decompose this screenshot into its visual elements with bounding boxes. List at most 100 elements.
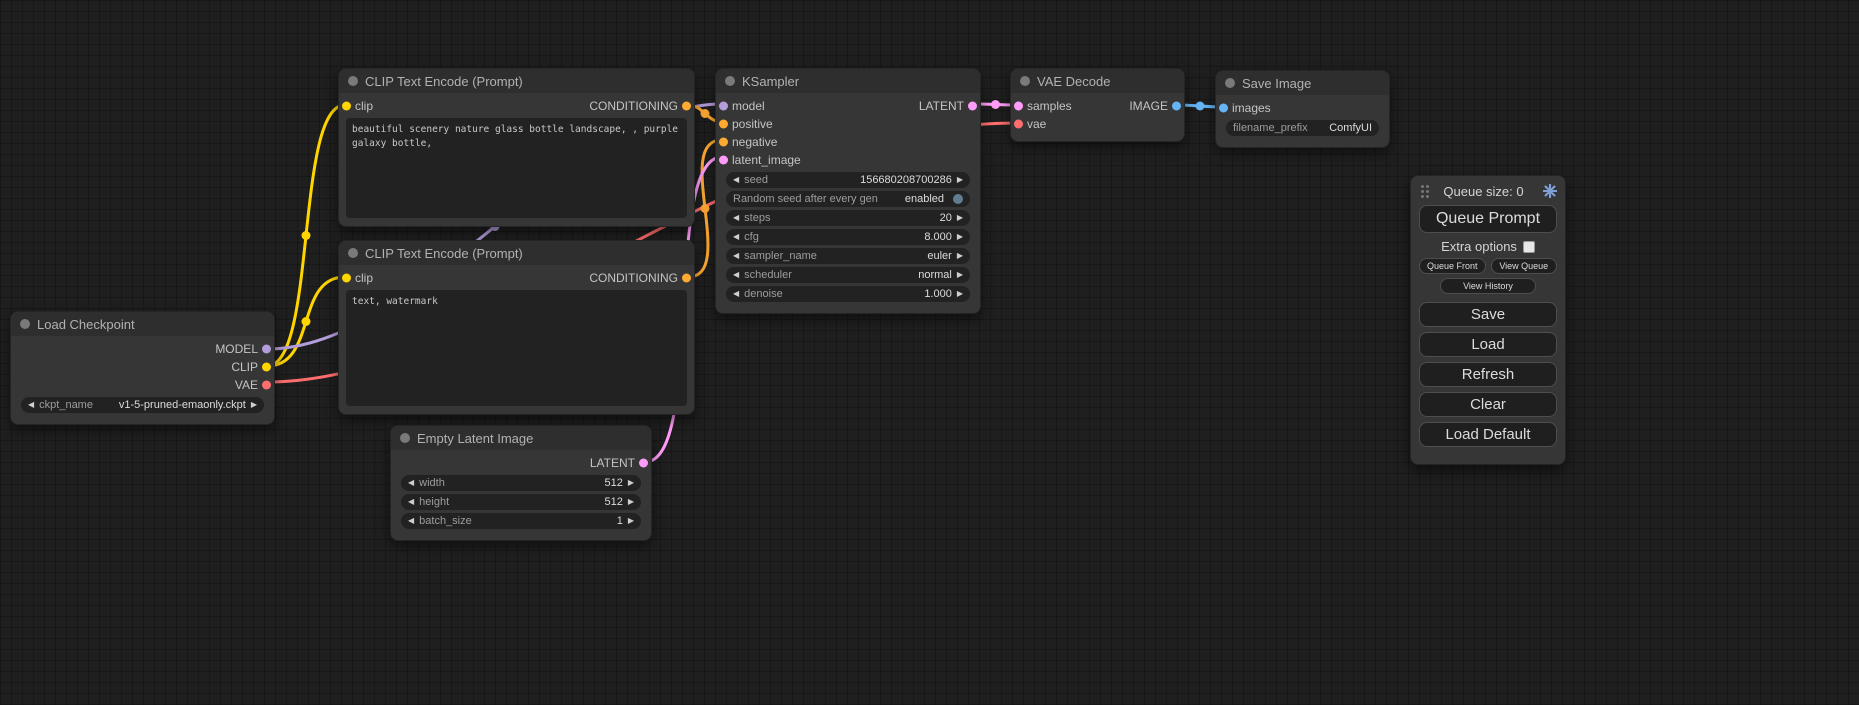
left-arrow-icon[interactable]: ◀ <box>733 286 739 302</box>
input-label-clip: clip <box>355 271 373 285</box>
right-arrow-icon[interactable]: ▶ <box>251 397 257 413</box>
node-titlebar[interactable]: Load Checkpoint <box>11 312 274 336</box>
load-default-button[interactable]: Load Default <box>1419 422 1557 447</box>
input-label-negative: negative <box>732 135 777 149</box>
output-dot-latent[interactable] <box>639 459 648 468</box>
right-arrow-icon[interactable]: ▶ <box>628 494 634 510</box>
collapse-dot-icon[interactable] <box>1225 78 1235 88</box>
input-dot-vae[interactable] <box>1014 120 1023 129</box>
node-titlebar[interactable]: CLIP Text Encode (Prompt) <box>339 241 694 265</box>
widget-ckpt-name[interactable]: ◀ ckpt_name v1-5-pruned-emaonly.ckpt ▶ <box>21 397 264 413</box>
view-queue-button[interactable]: View Queue <box>1491 258 1558 274</box>
output-dot-latent[interactable] <box>968 102 977 111</box>
clear-button[interactable]: Clear <box>1419 392 1557 417</box>
node-titlebar[interactable]: Save Image <box>1216 71 1389 95</box>
output-dot-clip[interactable] <box>262 363 271 372</box>
widget-height[interactable]: ◀ height 512 ▶ <box>401 494 641 510</box>
input-label-latent-image: latent_image <box>732 153 801 167</box>
graph-canvas[interactable]: { "nodes": { "load_checkpoint": { "title… <box>0 0 1859 705</box>
node-save-image[interactable]: Save Image images filename_prefix ComfyU… <box>1215 70 1390 148</box>
widget-value: 156680208700286 <box>860 174 952 186</box>
left-arrow-icon[interactable]: ◀ <box>733 172 739 188</box>
toggle-dot-icon[interactable] <box>953 194 963 204</box>
output-label-model: MODEL <box>215 342 258 356</box>
collapse-dot-icon[interactable] <box>348 248 358 258</box>
widget-label: seed <box>744 174 768 186</box>
widget-width[interactable]: ◀ width 512 ▶ <box>401 475 641 491</box>
node-titlebar[interactable]: Empty Latent Image <box>391 426 651 450</box>
widget-scheduler[interactable]: ◀ scheduler normal ▶ <box>726 267 970 283</box>
widget-value: 20 <box>940 212 952 224</box>
left-arrow-icon[interactable]: ◀ <box>733 267 739 283</box>
collapse-dot-icon[interactable] <box>725 76 735 86</box>
right-arrow-icon[interactable]: ▶ <box>957 210 963 226</box>
input-dot-clip[interactable] <box>342 102 351 111</box>
widget-random-seed-toggle[interactable]: Random seed after every gen enabled <box>726 191 970 207</box>
negative-prompt-textarea[interactable]: text, watermark <box>346 290 687 406</box>
node-load-checkpoint[interactable]: Load Checkpoint MODEL CLIP VAE ◀ ckpt_na… <box>10 311 275 425</box>
input-dot-clip[interactable] <box>342 274 351 283</box>
node-title: CLIP Text Encode (Prompt) <box>365 246 523 261</box>
input-label-vae: vae <box>1027 117 1046 131</box>
left-arrow-icon[interactable]: ◀ <box>28 397 34 413</box>
node-empty-latent-image[interactable]: Empty Latent Image LATENT ◀ width 512 ▶ … <box>390 425 652 541</box>
widget-filename-prefix[interactable]: filename_prefix ComfyUI <box>1226 120 1379 136</box>
left-arrow-icon[interactable]: ◀ <box>408 475 414 491</box>
right-arrow-icon[interactable]: ▶ <box>957 229 963 245</box>
node-clip-text-encode-positive[interactable]: CLIP Text Encode (Prompt) clip CONDITION… <box>338 68 695 227</box>
node-titlebar[interactable]: CLIP Text Encode (Prompt) <box>339 69 694 93</box>
input-dot-negative[interactable] <box>719 138 728 147</box>
left-arrow-icon[interactable]: ◀ <box>733 229 739 245</box>
collapse-dot-icon[interactable] <box>1020 76 1030 86</box>
widget-steps[interactable]: ◀ steps 20 ▶ <box>726 210 970 226</box>
input-dot-positive[interactable] <box>719 120 728 129</box>
widget-batch-size[interactable]: ◀ batch_size 1 ▶ <box>401 513 641 529</box>
left-arrow-icon[interactable]: ◀ <box>733 248 739 264</box>
view-history-button[interactable]: View History <box>1440 278 1537 294</box>
right-arrow-icon[interactable]: ▶ <box>957 267 963 283</box>
widget-denoise[interactable]: ◀ denoise 1.000 ▶ <box>726 286 970 302</box>
output-dot-conditioning[interactable] <box>682 274 691 283</box>
right-arrow-icon[interactable]: ▶ <box>628 475 634 491</box>
right-arrow-icon[interactable]: ▶ <box>957 248 963 264</box>
queue-prompt-button[interactable]: Queue Prompt <box>1419 205 1557 233</box>
link-midpoint-dot <box>302 231 311 240</box>
right-arrow-icon[interactable]: ▶ <box>628 513 634 529</box>
widget-label: cfg <box>744 231 759 243</box>
positive-prompt-textarea[interactable]: beautiful scenery nature glass bottle la… <box>346 118 687 218</box>
output-dot-image[interactable] <box>1172 102 1181 111</box>
widget-cfg[interactable]: ◀ cfg 8.000 ▶ <box>726 229 970 245</box>
output-label-conditioning: CONDITIONING <box>589 271 678 285</box>
left-arrow-icon[interactable]: ◀ <box>408 494 414 510</box>
left-arrow-icon[interactable]: ◀ <box>733 210 739 226</box>
load-button[interactable]: Load <box>1419 332 1557 357</box>
collapse-dot-icon[interactable] <box>348 76 358 86</box>
collapse-dot-icon[interactable] <box>400 433 410 443</box>
output-dot-model[interactable] <box>262 345 271 354</box>
settings-gear-icon[interactable] <box>1543 184 1557 198</box>
save-button[interactable]: Save <box>1419 302 1557 327</box>
slot-row: negative <box>716 133 980 151</box>
input-dot-samples[interactable] <box>1014 102 1023 111</box>
right-arrow-icon[interactable]: ▶ <box>957 286 963 302</box>
output-dot-vae[interactable] <box>262 381 271 390</box>
queue-panel: Queue size: 0 Queue Prompt Extra options <box>1410 175 1566 465</box>
queue-front-button[interactable]: Queue Front <box>1419 258 1486 274</box>
input-dot-images[interactable] <box>1219 104 1228 113</box>
output-dot-conditioning[interactable] <box>682 102 691 111</box>
right-arrow-icon[interactable]: ▶ <box>957 172 963 188</box>
widget-seed[interactable]: ◀ seed 156680208700286 ▶ <box>726 172 970 188</box>
collapse-dot-icon[interactable] <box>20 319 30 329</box>
queue-panel-header: Queue size: 0 <box>1419 182 1557 200</box>
input-dot-model[interactable] <box>719 102 728 111</box>
node-ksampler[interactable]: KSampler model LATENT positive negative … <box>715 68 981 314</box>
extra-options-checkbox[interactable] <box>1523 241 1535 253</box>
input-dot-latent-image[interactable] <box>719 156 728 165</box>
left-arrow-icon[interactable]: ◀ <box>408 513 414 529</box>
node-clip-text-encode-negative[interactable]: CLIP Text Encode (Prompt) clip CONDITION… <box>338 240 695 415</box>
widget-sampler-name[interactable]: ◀ sampler_name euler ▶ <box>726 248 970 264</box>
refresh-button[interactable]: Refresh <box>1419 362 1557 387</box>
node-titlebar[interactable]: VAE Decode <box>1011 69 1184 93</box>
node-titlebar[interactable]: KSampler <box>716 69 980 93</box>
node-vae-decode[interactable]: VAE Decode samples IMAGE vae <box>1010 68 1185 142</box>
